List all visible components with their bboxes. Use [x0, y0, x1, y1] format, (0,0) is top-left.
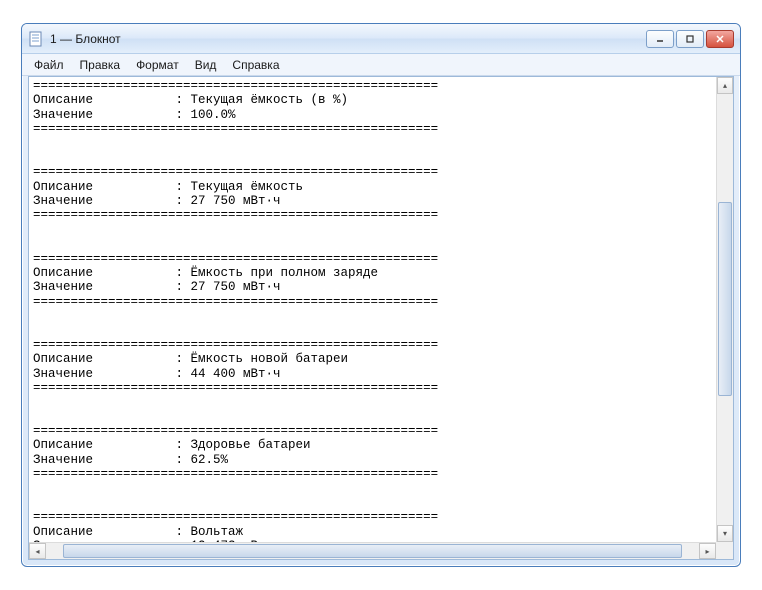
notepad-window: 1 — Блокнот Файл Правка Формат Вид Справ…: [21, 23, 741, 567]
notepad-icon: [28, 31, 44, 47]
horizontal-scroll-track[interactable]: [46, 543, 699, 559]
titlebar[interactable]: 1 — Блокнот: [22, 24, 740, 54]
minimize-button[interactable]: [646, 30, 674, 48]
menu-help[interactable]: Справка: [224, 56, 287, 74]
content-frame: ========================================…: [28, 76, 734, 560]
window-title: 1 — Блокнот: [50, 32, 646, 46]
vertical-scroll-thumb[interactable]: [718, 202, 732, 396]
horizontal-scrollbar[interactable]: ◂ ▸: [29, 542, 716, 559]
horizontal-scroll-thumb[interactable]: [63, 544, 682, 558]
vertical-scroll-track[interactable]: [717, 94, 733, 525]
scroll-right-button[interactable]: ▸: [699, 543, 716, 559]
text-area-wrapper: ========================================…: [29, 77, 733, 542]
text-content[interactable]: ========================================…: [29, 77, 716, 542]
menu-format[interactable]: Формат: [128, 56, 187, 74]
menu-file[interactable]: Файл: [26, 56, 72, 74]
close-button[interactable]: [706, 30, 734, 48]
maximize-button[interactable]: [676, 30, 704, 48]
menu-view[interactable]: Вид: [187, 56, 225, 74]
scroll-up-button[interactable]: ▴: [717, 77, 733, 94]
menu-edit[interactable]: Правка: [72, 56, 129, 74]
menubar: Файл Правка Формат Вид Справка: [22, 54, 740, 76]
vertical-scrollbar[interactable]: ▴ ▾: [716, 77, 733, 542]
scrollbar-corner: [716, 542, 733, 559]
scroll-down-button[interactable]: ▾: [717, 525, 733, 542]
scroll-left-button[interactable]: ◂: [29, 543, 46, 559]
window-controls: [646, 30, 734, 48]
